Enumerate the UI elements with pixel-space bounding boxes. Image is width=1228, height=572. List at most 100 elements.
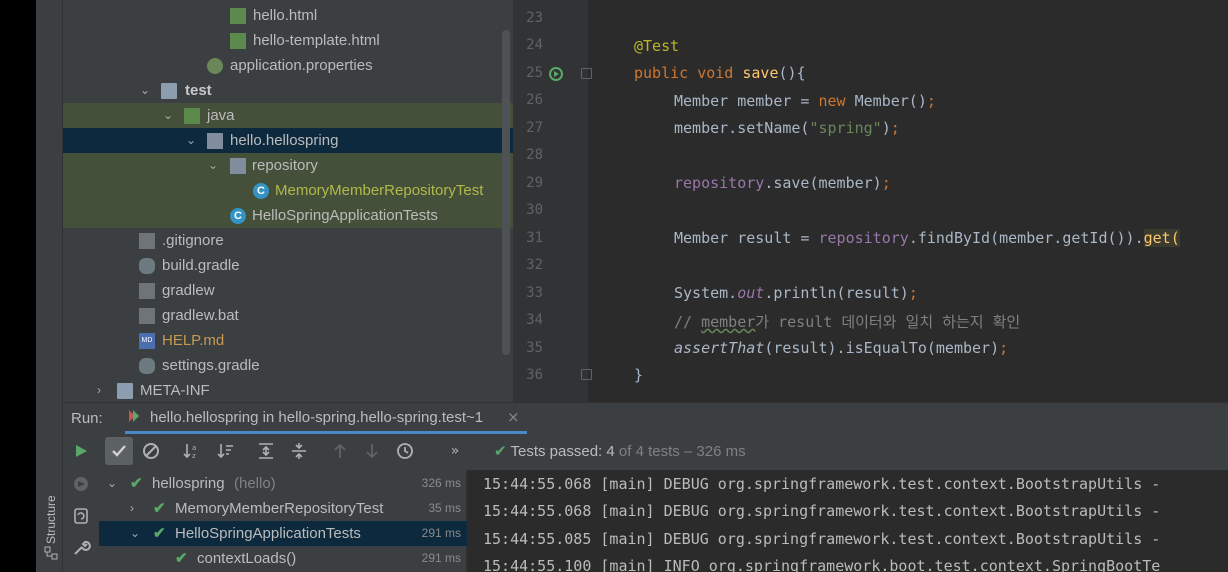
expand-all-icon[interactable] — [252, 437, 280, 465]
field-ref: repository — [818, 229, 909, 247]
static-field: out — [737, 284, 765, 302]
tree-item-label: application.properties — [230, 57, 373, 74]
tree-item-gitignore[interactable]: .gitignore — [63, 228, 513, 253]
show-passed-toggle-icon[interactable] — [105, 437, 133, 465]
tree-item-label: hello-template.html — [253, 32, 380, 49]
code-text: .save(member) — [764, 174, 882, 192]
tree-item-label: hello.html — [253, 7, 318, 24]
previous-failed-icon[interactable] — [326, 437, 354, 465]
tree-item-settings-gradle[interactable]: settings.gradle — [63, 353, 513, 378]
test-label: HelloSpringApplicationTests — [175, 525, 361, 542]
console-line: 15:44:55.085 [main] DEBUG org.springfram… — [483, 530, 1161, 548]
tree-item-label: test — [185, 82, 212, 99]
window-edge — [0, 0, 36, 572]
test-row-memory-member-repository-test[interactable]: › ✔ MemoryMemberRepositoryTest 35 ms — [99, 496, 467, 521]
check-icon: ✔ — [153, 525, 166, 542]
package-icon — [230, 158, 246, 174]
chevron-down-icon[interactable]: ⌄ — [162, 103, 174, 128]
package-icon — [207, 133, 223, 149]
test-class-icon: C — [230, 208, 246, 224]
tree-item-repository[interactable]: ⌄ repository — [63, 153, 513, 178]
test-row-hellospring[interactable]: ⌄ ✔ hellospring (hello) 326 ms — [99, 471, 467, 496]
chevron-right-icon[interactable]: › — [130, 496, 134, 521]
sort-alphabetically-icon[interactable]: az — [178, 437, 206, 465]
test-history-icon[interactable] — [391, 437, 419, 465]
code-line-29: repository.save(member); — [674, 174, 891, 192]
run-config-tab[interactable]: hello.hellospring in hello-spring.hello-… — [125, 402, 527, 434]
line-number: 31 — [526, 230, 543, 246]
tree-item-memory-member-repository-test[interactable]: C MemoryMemberRepositoryTest — [63, 178, 513, 203]
tree-item-meta-inf[interactable]: › META-INF — [63, 378, 513, 402]
tree-item-hello-html[interactable]: hello.html — [63, 3, 513, 28]
tree-item-build-gradle[interactable]: build.gradle — [63, 253, 513, 278]
check-icon: ✔ — [494, 443, 507, 460]
sort-by-duration-icon[interactable] — [212, 437, 240, 465]
tree-item-gradlew-bat[interactable]: gradlew.bat — [63, 303, 513, 328]
test-config-icon — [129, 410, 139, 422]
html-file-icon — [230, 8, 246, 24]
tree-item-help-md[interactable]: MD HELP.md — [63, 328, 513, 353]
html-file-icon — [230, 33, 246, 49]
code-text: ) — [881, 119, 891, 137]
tree-item-hello-hellospring[interactable]: ⌄ hello.hellospring — [63, 128, 513, 153]
run-test-gutter-icon[interactable] — [548, 65, 566, 83]
tree-item-label: gradlew.bat — [162, 307, 239, 324]
annotation: @Test — [634, 37, 680, 55]
tree-item-label: .gitignore — [162, 232, 224, 249]
chevron-down-icon[interactable]: ⌄ — [130, 521, 140, 546]
semicolon: ; — [908, 284, 918, 302]
test-row-hello-spring-application-tests[interactable]: ⌄ ✔ HelloSpringApplicationTests 291 ms — [99, 521, 467, 546]
static-method: assertThat — [674, 339, 765, 357]
wrench-icon[interactable] — [71, 538, 91, 558]
gradle-icon — [139, 258, 155, 274]
tests-status: ✔ Tests passed: 4 of 4 tests – 326 ms — [494, 442, 746, 460]
rerun-icon[interactable] — [67, 437, 95, 465]
show-ignored-toggle-icon[interactable] — [137, 437, 165, 465]
file-icon — [139, 308, 155, 324]
code-text: Member result = — [674, 229, 819, 247]
tree-item-label: java — [207, 107, 235, 124]
code-text: .println(result) — [764, 284, 909, 302]
tree-item-gradlew[interactable]: gradlew — [63, 278, 513, 303]
semicolon: ; — [999, 339, 1009, 357]
code-text: Member() — [845, 92, 927, 110]
collapse-all-icon[interactable] — [285, 437, 313, 465]
method-call-highlight: get( — [1143, 229, 1180, 247]
tree-item-label: MemoryMemberRepositoryTest — [275, 182, 484, 199]
tree-item-hello-template-html[interactable]: hello-template.html — [63, 28, 513, 53]
svg-text:a: a — [192, 444, 196, 452]
next-failed-icon[interactable] — [358, 437, 386, 465]
line-number: 23 — [526, 10, 543, 26]
chevron-down-icon[interactable]: ⌄ — [139, 78, 151, 103]
tree-item-test[interactable]: ⌄ test — [63, 78, 513, 103]
close-icon[interactable]: × — [507, 408, 520, 426]
project-scrollbar[interactable] — [502, 30, 510, 355]
tree-item-label: META-INF — [140, 382, 210, 399]
code-line-34: // member가 result 데이터와 일치 하는지 확인 — [674, 311, 1020, 332]
test-label: hellospring — [152, 475, 225, 492]
rerun-failed-icon[interactable] — [71, 506, 91, 526]
chevron-down-icon[interactable]: ⌄ — [207, 153, 219, 178]
chevron-down-icon[interactable]: ⌄ — [185, 128, 197, 153]
line-number: 26 — [526, 92, 543, 108]
structure-tool-tab[interactable]: Structure — [40, 478, 62, 568]
more-actions-icon[interactable]: » — [441, 437, 469, 465]
tree-item-java[interactable]: ⌄ java — [63, 103, 513, 128]
line-number: 32 — [526, 257, 543, 273]
console-line: 15:44:55.100 [main] INFO org.springframe… — [483, 557, 1161, 572]
string-literal: "spring" — [809, 119, 882, 137]
fold-marker-icon[interactable] — [581, 369, 592, 380]
chevron-down-icon[interactable]: ⌄ — [107, 471, 117, 496]
line-number: 28 — [526, 147, 543, 163]
fold-marker-icon[interactable] — [581, 68, 592, 79]
line-number: 33 — [526, 285, 543, 301]
keyword: public — [634, 64, 689, 82]
tree-item-hello-spring-application-tests[interactable]: C HelloSpringApplicationTests — [63, 203, 513, 228]
chevron-right-icon[interactable]: › — [93, 378, 105, 402]
test-row-context-loads[interactable]: ✔ contextLoads() 291 ms — [99, 546, 467, 571]
comment: 가 result 데이터와 일치 하는지 확인 — [755, 313, 1021, 331]
toggle-auto-test-icon[interactable] — [71, 474, 91, 494]
keyword: new — [818, 92, 846, 110]
tree-item-application-properties[interactable]: application.properties — [63, 53, 513, 78]
semicolon: ; — [890, 119, 900, 137]
